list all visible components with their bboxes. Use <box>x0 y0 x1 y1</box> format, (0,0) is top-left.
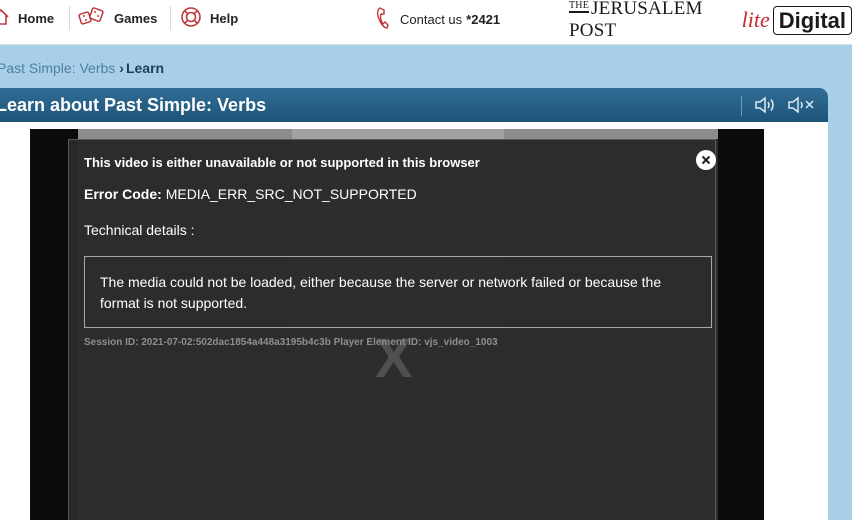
video-error-dialog: This video is either unavailable or not … <box>68 139 716 520</box>
speaker-on-icon[interactable] <box>754 95 778 120</box>
contact-us[interactable]: Contact us *2421 <box>376 0 500 38</box>
speaker-mute-icon[interactable] <box>787 95 817 120</box>
error-code: Error Code: MEDIA_ERR_SRC_NOT_SUPPORTED <box>84 186 417 202</box>
phone-icon <box>376 6 390 33</box>
breadcrumb-separator: › <box>119 60 124 76</box>
error-code-label: Error Code: <box>84 186 162 202</box>
lifebuoy-icon <box>180 6 210 31</box>
contact-label: Contact us <box>400 11 463 27</box>
contact-number: *2421 <box>466 11 501 27</box>
breadcrumb-parent-link[interactable]: Past Simple: Verbs <box>0 60 115 76</box>
error-code-value: MEDIA_ERR_SRC_NOT_SUPPORTED <box>165 186 417 202</box>
breadcrumb: Past Simple: Verbs › Learn <box>0 60 164 76</box>
top-navigation: Home Games Help Contact us *2421 THE JERU… <box>0 0 852 45</box>
nav-home-label: Home <box>18 10 55 26</box>
technical-details-label: Technical details : <box>84 222 195 238</box>
video-player[interactable]: This video is either unavailable or not … <box>30 129 764 520</box>
logo-lite: lite <box>741 7 770 32</box>
nav-divider <box>69 6 70 30</box>
nav-games-label: Games <box>114 10 158 26</box>
nav-home[interactable]: Home <box>0 0 54 36</box>
header-divider <box>741 96 742 116</box>
error-heading: This video is either unavailable or not … <box>84 155 480 170</box>
logo-digital: Digital <box>772 5 852 35</box>
nav-help[interactable]: Help <box>180 0 238 36</box>
games-icon <box>78 6 114 31</box>
lesson-header: Learn about Past Simple: Verbs <box>0 88 828 122</box>
nav-help-label: Help <box>210 10 239 26</box>
breadcrumb-current: Learn <box>125 60 165 76</box>
close-icon[interactable] <box>696 150 716 170</box>
page-title: Learn about Past Simple: Verbs <box>0 95 267 115</box>
page-edge <box>852 0 864 520</box>
error-details-box: The media could not be loaded, either be… <box>84 256 712 328</box>
jerusalem-post-lite-logo[interactable]: THE JERUSALEM POST lite Digital <box>569 0 852 41</box>
home-icon <box>0 8 18 29</box>
nav-games[interactable]: Games <box>78 0 157 36</box>
logo-wordmark: THE JERUSALEM POST <box>569 0 703 41</box>
session-id-text: Session ID: 2021-07-02:502dac1854a448a31… <box>84 337 498 348</box>
nav-divider <box>170 6 171 30</box>
